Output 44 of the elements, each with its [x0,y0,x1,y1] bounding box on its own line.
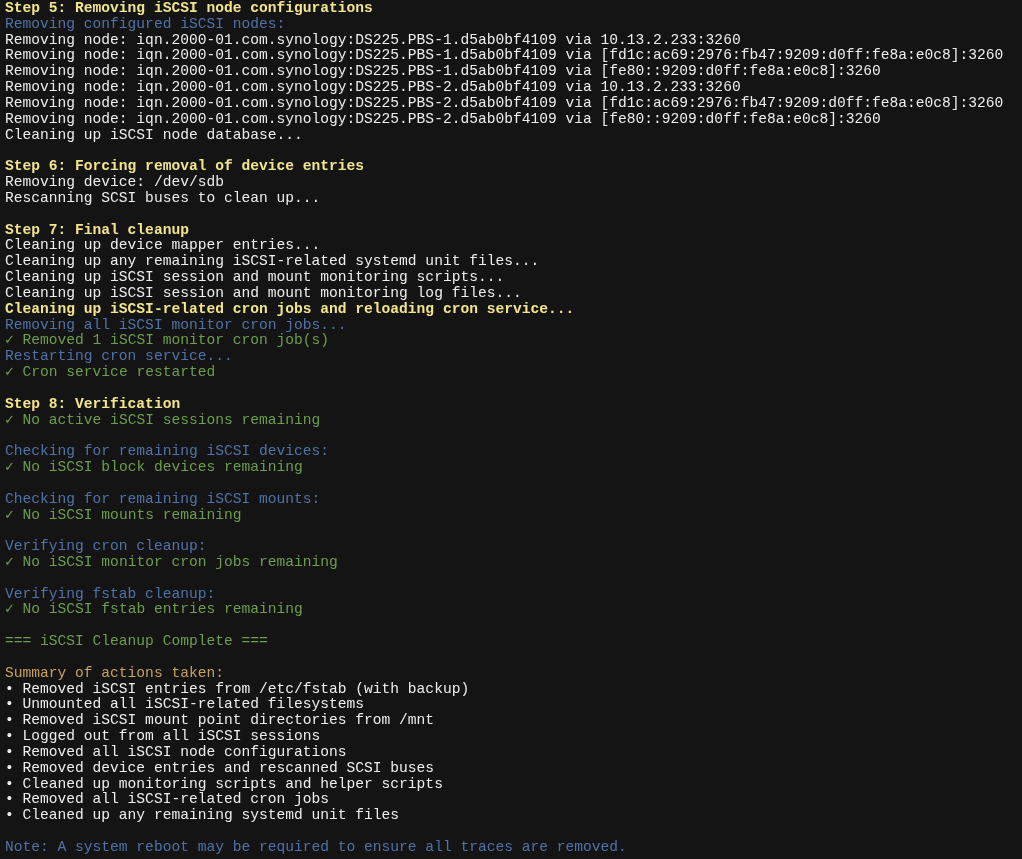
output-line: Cleaning up iSCSI node database... [5,126,303,143]
output-line: Restarting cron service... [5,348,233,365]
output-line: • Removed all iSCSI-related cron jobs [5,791,330,808]
output-line: Cleaning up device mapper entries... [5,237,321,254]
output-line: Note: A system reboot may be required to ensure all traces are removed. [5,838,627,855]
output-line: Step 5: Removing iSCSI node configurations [5,0,373,16]
output-line: • Removed device entries and rescanned SCSI buses [5,759,435,776]
output-line: Removing device: /dev/sdb [5,174,224,191]
output-line: ✓ Removed 1 iSCSI monitor cron job(s) [5,332,330,349]
output-line: Step 6: Forcing removal of device entries [5,158,365,175]
output-line: • Removed all iSCSI node configurations [5,743,347,760]
output-line: Checking for remaining iSCSI mounts: [5,490,321,507]
output-line: ✓ No iSCSI mounts remaining [5,506,242,523]
output-line: Cleaning up any remaining iSCSI-related systemd unit files... [5,253,540,270]
output-line: • Unmounted all iSCSI-related filesystems [5,696,365,713]
output-line: • Cleaned up any remaining systemd unit files [5,807,400,824]
output-line: Cleaning up iSCSI session and mount monitoring log files... [5,284,522,301]
output-line: • Logged out from all iSCSI sessions [5,728,321,745]
output-line: Checking for remaining iSCSI devices: [5,443,330,460]
output-line: Removing node: iqn.2000-01.com.synology:DS225.PBS-1.d5ab0bf4109 via [fd1c:ac69:2976:fb47:9209:d0ff:fe8a:e0c8]:3260 [5,47,1004,64]
output-line: Rescanning SCSI buses to clean up... [5,189,321,206]
output-line: Step 7: Final cleanup [5,221,189,238]
output-line: Step 8: Verification [5,395,181,412]
output-line: • Cleaned up monitoring scripts and helper scripts [5,775,443,792]
output-line: Removing node: iqn.2000-01.com.synology:DS225.PBS-1.d5ab0bf4109 via [fe80::9209:d0ff:fe8a:e0c8]:3260 [5,63,881,80]
output-line: Removing node: iqn.2000-01.com.synology:DS225.PBS-2.d5ab0bf4109 via [fd1c:ac69:2976:fb47:9209:d0ff:fe8a:e0c8]:3260 [5,94,1004,111]
output-line: === iSCSI Cleanup Complete === [5,633,268,650]
output-line: ✓ No iSCSI monitor cron jobs remaining [5,554,338,570]
output-line: ✓ Cron service restarted [5,364,216,381]
output-line: • Removed iSCSI entries from /etc/fstab (with backup) [5,680,470,697]
output-line: Removing all iSCSI monitor cron jobs... [5,316,347,333]
output-line: Removing node: iqn.2000-01.com.synology:DS225.PBS-1.d5ab0bf4109 via 10.13.2.233:3260 [5,31,741,48]
output-line: Cleaning up iSCSI session and mount monitoring scripts... [5,269,505,286]
output-line: ✓ No active iSCSI sessions remaining [5,411,321,428]
output-line: Verifying cron cleanup: [5,538,207,555]
output-line: • Removed iSCSI mount point directories from /mnt [5,712,435,729]
output-line: ✓ No iSCSI block devices remaining [5,459,303,475]
output-line: ✓ No iSCSI fstab entries remaining [5,601,303,618]
output-line: Cleaning up iSCSI-related cron jobs and reloading cron service... [5,300,575,317]
output-line: Verifying fstab cleanup: [5,585,216,602]
output-line: Summary of actions taken: [5,664,224,681]
output-line: Removing configured iSCSI nodes: [5,15,286,32]
output-line: Removing node: iqn.2000-01.com.synology:DS225.PBS-2.d5ab0bf4109 via 10.13.2.233:3260 [5,79,741,96]
output-line: Removing node: iqn.2000-01.com.synology:DS225.PBS-2.d5ab0bf4109 via [fe80::9209:d0ff:fe8a:e0c8]:3260 [5,110,881,127]
